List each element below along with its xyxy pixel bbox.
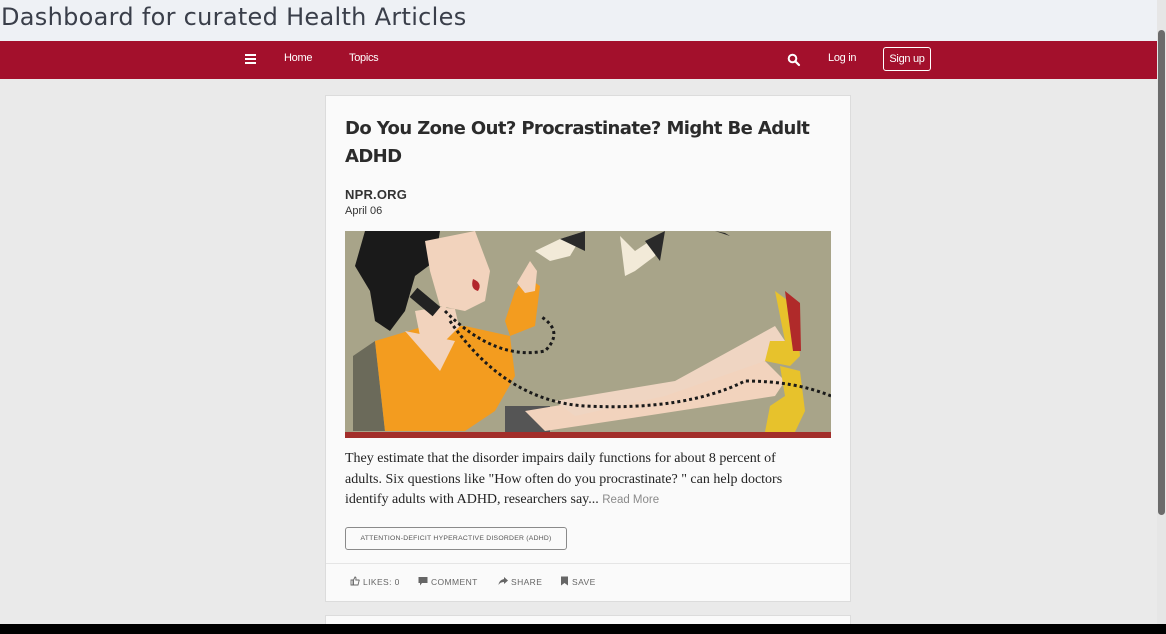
article-date: April 06 bbox=[345, 205, 383, 217]
search-icon[interactable] bbox=[787, 53, 801, 67]
hamburger-icon[interactable] bbox=[245, 54, 256, 65]
browser-viewport: Dashboard for curated Health Articles Ho… bbox=[0, 0, 1166, 624]
thumbs-up-icon bbox=[350, 576, 360, 586]
comment-icon bbox=[418, 577, 428, 586]
likes-button[interactable]: LIKES: 0 bbox=[350, 576, 400, 590]
save-button[interactable]: SAVE bbox=[560, 576, 596, 590]
article-excerpt: They estimate that the disorder impairs … bbox=[345, 449, 815, 511]
nav-topics-link[interactable]: Topics bbox=[349, 52, 379, 64]
article-title[interactable]: Do You Zone Out? Procrastinate? Might Be… bbox=[345, 115, 815, 171]
woman-on-phone-illustration[interactable] bbox=[345, 231, 831, 438]
article-card: Do You Zone Out? Procrastinate? Might Be… bbox=[325, 95, 851, 602]
scrollbar-thumb[interactable] bbox=[1158, 30, 1165, 515]
nav-home-link[interactable]: Home bbox=[284, 52, 312, 64]
read-more-link[interactable]: Read More bbox=[602, 494, 659, 506]
top-navbar: Home Topics Log in Sign up bbox=[0, 41, 1166, 79]
bookmark-icon bbox=[561, 576, 568, 586]
article-source: NPR.ORG bbox=[345, 187, 408, 202]
share-icon bbox=[498, 577, 508, 585]
comment-button[interactable]: COMMENT bbox=[418, 576, 478, 590]
login-link[interactable]: Log in bbox=[828, 52, 856, 64]
next-article-card bbox=[325, 615, 851, 624]
divider bbox=[326, 563, 850, 564]
signup-button[interactable]: Sign up bbox=[883, 47, 931, 71]
title-bar: Dashboard for curated Health Articles bbox=[0, 0, 1166, 41]
excerpt-text: They estimate that the disorder impairs … bbox=[345, 451, 783, 507]
save-label: SAVE bbox=[572, 577, 596, 587]
share-button[interactable]: SHARE bbox=[498, 576, 542, 590]
likes-label: LIKES: 0 bbox=[363, 577, 400, 587]
page-title: Dashboard for curated Health Articles bbox=[1, 3, 467, 31]
comment-label: COMMENT bbox=[431, 577, 478, 587]
share-label: SHARE bbox=[511, 577, 543, 587]
topic-tag[interactable]: ATTENTION-DEFICIT HYPERACTIVE DISORDER (… bbox=[345, 527, 567, 550]
